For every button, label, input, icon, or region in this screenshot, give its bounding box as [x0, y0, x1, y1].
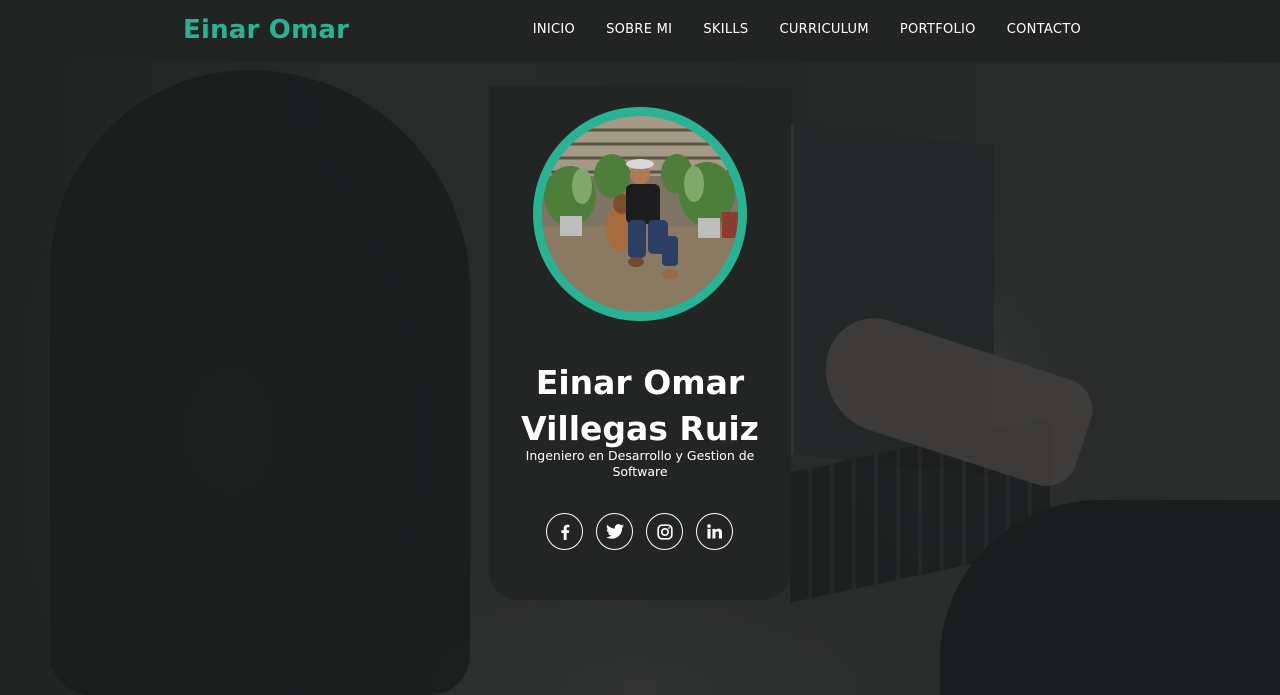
profile-name: Einar Omar Villegas Ruiz	[521, 363, 759, 448]
avatar-ring	[533, 107, 747, 321]
avatar-photo	[542, 116, 738, 312]
nav-link-curriculum[interactable]: CURRICULUM	[779, 22, 868, 37]
nav-link-skills[interactable]: SKILLS	[703, 22, 748, 37]
nav-link-sobre-mi[interactable]: SOBRE MI	[606, 22, 672, 37]
profile-title: Ingeniero en Desarrollo y Gestion de Sof…	[525, 448, 755, 479]
avatar	[542, 116, 738, 312]
navbar: Einar Omar INICIO SOBRE MI SKILLS CURRIC…	[0, 0, 1280, 62]
nav-link-contacto[interactable]: CONTACTO	[1007, 22, 1081, 37]
facebook-link[interactable]	[546, 513, 583, 550]
facebook-icon	[560, 524, 569, 540]
page: Einar Omar INICIO SOBRE MI SKILLS CURRIC…	[0, 0, 1280, 695]
linkedin-icon	[707, 524, 722, 539]
nav-menu: INICIO SOBRE MI SKILLS CURRICULUM PORTFO…	[533, 22, 1081, 37]
instagram-icon	[656, 523, 673, 540]
twitter-icon	[605, 524, 624, 539]
nav-link-inicio[interactable]: INICIO	[533, 22, 575, 37]
brand-logo[interactable]: Einar Omar	[183, 15, 349, 45]
instagram-link[interactable]	[646, 513, 683, 550]
linkedin-link[interactable]	[696, 513, 733, 550]
social-links	[546, 513, 733, 550]
profile-card: Einar Omar Villegas Ruiz Ingeniero en De…	[489, 86, 791, 600]
twitter-link[interactable]	[596, 513, 633, 550]
nav-link-portfolio[interactable]: PORTFOLIO	[900, 22, 976, 37]
